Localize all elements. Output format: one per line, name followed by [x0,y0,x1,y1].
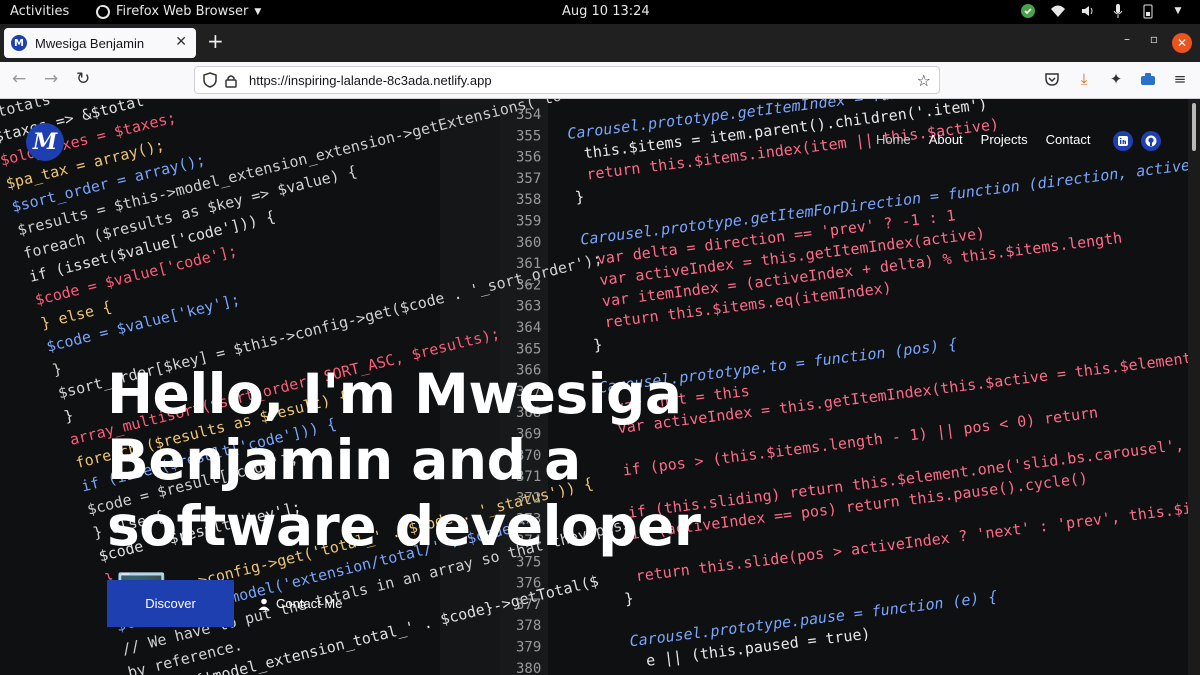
system-top-bar: Activities Firefox Web Browser ▼ Aug 10 … [0,0,1200,24]
maximize-icon[interactable]: ▫ [1150,32,1158,46]
line-number: 362 [516,277,541,293]
web-page: $totals = ...;$taxes => &$total$old_taxe… [0,99,1188,675]
app-menu[interactable]: Firefox Web Browser ▼ [96,4,261,19]
scrollbar-thumb[interactable] [1192,103,1196,151]
system-tray[interactable]: ▼ [1020,3,1186,19]
user-icon [258,598,270,610]
site-favicon-icon: M [11,35,27,51]
line-number: 361 [516,256,541,272]
volume-icon[interactable] [1080,3,1096,19]
battery-icon[interactable] [1140,3,1156,19]
wifi-icon[interactable] [1050,3,1066,19]
url-bar[interactable]: https://inspiring-lalande-8c3ada.netlify… [194,66,940,94]
close-tab-icon[interactable]: ✕ [175,34,187,50]
bookmark-star-icon[interactable]: ☆ [917,71,931,90]
clock[interactable]: Aug 10 13:24 [562,4,650,19]
extension-icon[interactable]: ✦ [1108,70,1124,88]
hero-line-1: Hello, I'm Mwesiga [107,362,682,426]
line-number: 357 [516,171,541,187]
firefox-icon [96,4,110,19]
app-menu-label: Firefox Web Browser [116,4,249,19]
activities-button[interactable]: Activities [10,4,69,19]
container-icon[interactable] [1140,71,1156,87]
system-menu-chevron-icon[interactable]: ▼ [1170,3,1186,19]
forward-icon[interactable]: → [44,70,58,88]
contact-me-label: Contact Me [276,596,343,611]
line-number: 354 [516,107,541,123]
nav-contact-link[interactable]: Contact [1046,132,1091,147]
line-number: 365 [516,341,541,357]
line-number: 360 [516,235,541,251]
nav-projects-link[interactable]: Projects [981,132,1028,147]
linkedin-icon[interactable] [1113,131,1133,151]
update-icon[interactable] [1020,3,1036,19]
nav-about-link[interactable]: About [929,132,963,147]
tab-strip: M Mwesiga Benjamin ✕ + – ▫ ✕ [0,24,1200,62]
page-scrollbar[interactable] [1188,99,1200,675]
url-text: https://inspiring-lalande-8c3ada.netlify… [249,73,492,88]
line-number: 355 [516,128,541,144]
new-tab-icon[interactable]: + [207,31,224,51]
line-number: 358 [516,192,541,208]
downloads-icon[interactable]: ⤓ [1076,70,1092,88]
minimize-icon[interactable]: – [1124,32,1130,46]
site-logo[interactable]: M [26,123,64,161]
hero-line-2: Benjamin and a [107,428,581,492]
line-number: 364 [516,320,541,336]
lock-icon[interactable] [225,73,237,92]
toolbar-icons: ⤓ ✦ ≡ [1044,70,1188,88]
pocket-icon[interactable] [1044,71,1060,87]
line-number: 359 [516,214,541,230]
github-icon[interactable] [1141,131,1161,151]
discover-button[interactable]: Discover [107,580,234,627]
line-number: 356 [516,150,541,166]
shield-icon[interactable] [203,72,217,92]
line-number: 379 [516,640,541,656]
contact-me-button[interactable]: Contact Me [258,596,342,611]
site-nav: Home About Projects Contact [876,132,1090,147]
tab-title: Mwesiga Benjamin [35,35,145,51]
reload-icon[interactable]: ↻ [76,70,90,88]
chevron-down-icon: ▼ [254,6,262,17]
navigation-toolbar: ← → ↻ https://inspiring-lalande-8c3ada.n… [0,62,1200,99]
tab-active[interactable]: M Mwesiga Benjamin ✕ [4,28,196,58]
close-window-icon[interactable]: ✕ [1172,33,1192,53]
social-links [1113,131,1161,151]
nav-home-link[interactable]: Home [876,132,911,147]
microphone-icon[interactable] [1110,3,1126,19]
menu-hamburger-icon[interactable]: ≡ [1172,70,1188,88]
back-icon[interactable]: ← [12,70,26,88]
line-number: 380 [516,661,541,675]
line-number: 363 [516,299,541,315]
